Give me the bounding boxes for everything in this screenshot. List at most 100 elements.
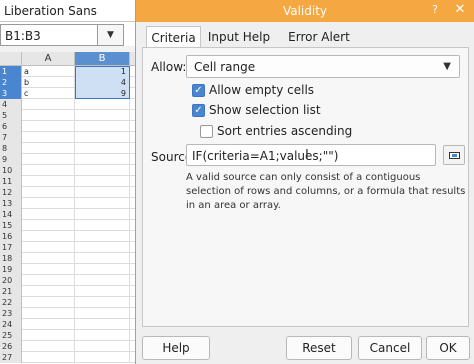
row-header[interactable]: 3 [0, 88, 22, 99]
cell-b[interactable] [75, 99, 130, 110]
cell-b[interactable]: 4 [75, 77, 130, 88]
cell-a[interactable] [22, 143, 75, 154]
row-header[interactable]: 16 [0, 231, 22, 242]
cell-a[interactable] [22, 231, 75, 242]
row-header[interactable]: 10 [0, 165, 22, 176]
cell-a[interactable] [22, 330, 75, 341]
cell-a[interactable] [22, 187, 75, 198]
cell-a[interactable] [22, 308, 75, 319]
cell-b[interactable] [75, 264, 130, 275]
column-header-b[interactable]: B [75, 52, 130, 66]
row-header[interactable]: 6 [0, 121, 22, 132]
row-header[interactable]: 25 [0, 330, 22, 341]
cell-a[interactable]: b [22, 77, 75, 88]
dialog-titlebar[interactable]: Validity ? ✕ [136, 0, 474, 22]
row-header[interactable]: 23 [0, 308, 22, 319]
cell-a[interactable] [22, 99, 75, 110]
cell-a[interactable] [22, 264, 75, 275]
cell-b[interactable] [75, 187, 130, 198]
cell-b[interactable] [75, 176, 130, 187]
row-header[interactable]: 24 [0, 319, 22, 330]
cell-a[interactable] [22, 341, 75, 352]
row-header[interactable]: 18 [0, 253, 22, 264]
shrink-dialog-button[interactable] [443, 145, 465, 165]
cell-a[interactable] [22, 352, 75, 363]
row-header[interactable]: 7 [0, 132, 22, 143]
cell-b[interactable] [75, 352, 130, 363]
row-header[interactable]: 14 [0, 209, 22, 220]
cell-b[interactable] [75, 319, 130, 330]
sort-ascending-checkbox[interactable] [200, 125, 213, 138]
row-header[interactable]: 17 [0, 242, 22, 253]
cell-b[interactable] [75, 286, 130, 297]
source-input[interactable]: IF(criteria=A1;values;"") I [186, 144, 436, 166]
cell-a[interactable] [22, 275, 75, 286]
cell-a[interactable] [22, 319, 75, 330]
cell-b[interactable] [75, 110, 130, 121]
name-box-dropdown-button[interactable]: ▼ [98, 24, 124, 46]
tab-input-help[interactable]: Input Help [204, 26, 274, 48]
sort-ascending-label[interactable]: Sort entries ascending [217, 124, 352, 138]
cell-a[interactable] [22, 154, 75, 165]
cell-b[interactable] [75, 297, 130, 308]
row-header[interactable]: 9 [0, 154, 22, 165]
cell-b[interactable] [75, 165, 130, 176]
cell-b[interactable] [75, 231, 130, 242]
spreadsheet-grid[interactable]: A B 1 a 1 2 b 4 3 c 9 4 5 6 7 8 9 10 11 12 13 14 15 16 17 18 19 2… [0, 52, 135, 364]
help-icon[interactable]: ? [427, 2, 443, 18]
cell-a[interactable] [22, 242, 75, 253]
ok-button[interactable]: OK [426, 336, 470, 360]
allow-empty-checkbox[interactable]: ✓ [192, 84, 205, 97]
cell-b[interactable] [75, 132, 130, 143]
cell-b[interactable] [75, 143, 130, 154]
cell-b[interactable]: 1 [75, 66, 130, 77]
cell-b[interactable] [75, 253, 130, 264]
reset-button[interactable]: Reset [286, 336, 352, 360]
close-icon[interactable]: ✕ [452, 2, 468, 18]
cell-b[interactable]: 9 [75, 88, 130, 99]
cell-b[interactable] [75, 308, 130, 319]
show-selection-list-label[interactable]: Show selection list [209, 103, 321, 117]
name-box[interactable]: B1:B3 [0, 24, 98, 46]
tab-criteria[interactable]: Criteria [146, 26, 201, 48]
cell-a[interactable] [22, 220, 75, 231]
cell-a[interactable] [22, 286, 75, 297]
cell-a[interactable] [22, 253, 75, 264]
row-header[interactable]: 20 [0, 275, 22, 286]
row-header[interactable]: 26 [0, 341, 22, 352]
help-button[interactable]: Help [142, 336, 210, 360]
cell-b[interactable] [75, 209, 130, 220]
cell-a[interactable] [22, 297, 75, 308]
select-all-corner[interactable] [0, 52, 22, 66]
row-header[interactable]: 5 [0, 110, 22, 121]
cell-a[interactable] [22, 165, 75, 176]
cell-a[interactable]: c [22, 88, 75, 99]
row-header[interactable]: 19 [0, 264, 22, 275]
cell-b[interactable] [75, 154, 130, 165]
font-name-box[interactable]: Liberation Sans [0, 0, 135, 22]
row-header[interactable]: 4 [0, 99, 22, 110]
cell-b[interactable] [75, 341, 130, 352]
cell-a[interactable] [22, 132, 75, 143]
cell-b[interactable] [75, 121, 130, 132]
column-header-a[interactable]: A [22, 52, 75, 66]
allow-empty-label[interactable]: Allow empty cells [209, 83, 314, 97]
row-header[interactable]: 1 [0, 66, 22, 77]
allow-select[interactable]: Cell range ▼ [186, 55, 460, 78]
show-selection-list-checkbox[interactable]: ✓ [192, 104, 205, 117]
cell-b[interactable] [75, 242, 130, 253]
tab-error-alert[interactable]: Error Alert [276, 26, 362, 48]
row-header[interactable]: 27 [0, 352, 22, 363]
row-header[interactable]: 12 [0, 187, 22, 198]
row-header[interactable]: 15 [0, 220, 22, 231]
row-header[interactable]: 21 [0, 286, 22, 297]
cell-b[interactable] [75, 220, 130, 231]
cell-b[interactable] [75, 330, 130, 341]
cell-b[interactable] [75, 275, 130, 286]
cell-a[interactable] [22, 110, 75, 121]
cell-a[interactable]: a [22, 66, 75, 77]
cell-b[interactable] [75, 198, 130, 209]
row-header[interactable]: 8 [0, 143, 22, 154]
cell-a[interactable] [22, 198, 75, 209]
row-header[interactable]: 11 [0, 176, 22, 187]
